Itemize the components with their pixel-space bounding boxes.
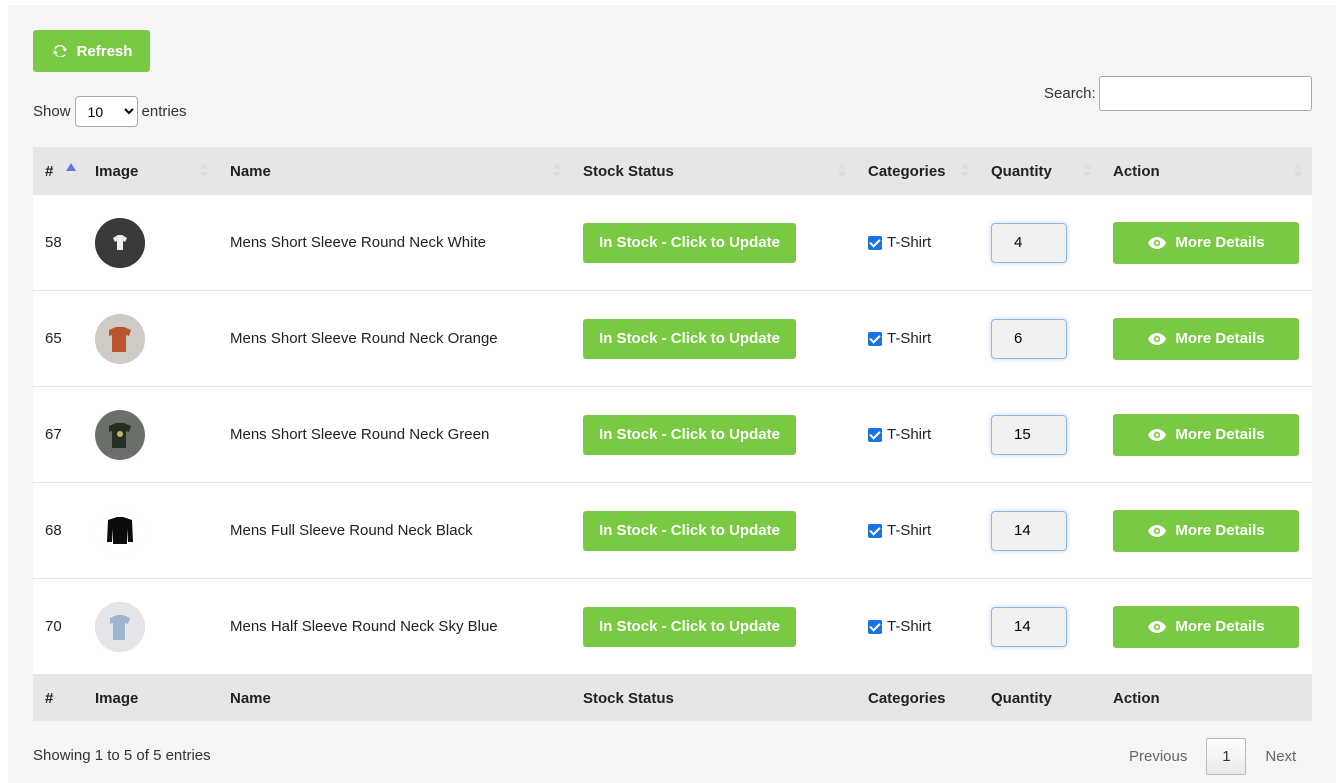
category-item: T-Shirt [868, 330, 979, 347]
stock-status-button[interactable]: In Stock - Click to Update [583, 606, 796, 647]
row-id: 58 [45, 234, 62, 251]
next-page-link[interactable]: Next [1265, 748, 1296, 765]
table-row: 68 Mens Full Sleeve Round Neck Black In … [33, 482, 1312, 579]
show-label: Show [33, 103, 71, 120]
column-header-categories[interactable]: Categories [856, 147, 979, 195]
length-control: Show 10 entries [33, 96, 187, 127]
more-details-label: More Details [1175, 522, 1265, 539]
more-details-button[interactable]: More Details [1113, 509, 1299, 552]
more-details-label: More Details [1175, 234, 1265, 251]
category-item: T-Shirt [868, 522, 979, 539]
refresh-button[interactable]: Refresh [33, 30, 150, 72]
refresh-icon [52, 44, 68, 58]
column-header-quantity[interactable]: Quantity [979, 147, 1101, 195]
sort-icon [200, 163, 208, 181]
column-header-id[interactable]: # [33, 147, 83, 195]
eye-icon [1148, 620, 1167, 633]
table-info: Showing 1 to 5 of 5 entries [33, 747, 211, 764]
category-label: T-Shirt [887, 426, 932, 443]
product-thumbnail [95, 313, 145, 364]
category-label: T-Shirt [887, 618, 932, 635]
product-name: Mens Full Sleeve Round Neck Black [230, 522, 473, 539]
product-name: Mens Short Sleeve Round Neck Green [230, 426, 490, 443]
sort-icon [1294, 163, 1302, 181]
table-row: 58 Mens Short Sleeve Round Neck White In… [33, 195, 1312, 291]
category-label: T-Shirt [887, 522, 932, 539]
quantity-input[interactable] [991, 222, 1067, 263]
category-label: T-Shirt [887, 234, 932, 251]
category-checkbox[interactable] [868, 427, 882, 442]
product-thumbnail [95, 505, 145, 556]
footer-row: # Image Name Stock Status Categories Qua… [33, 674, 1312, 721]
eye-icon [1148, 428, 1167, 441]
sort-icon [1083, 163, 1091, 181]
eye-icon [1148, 236, 1167, 249]
search-control: Search: [1044, 76, 1312, 111]
row-id: 70 [45, 618, 62, 635]
footer-header-id: # [45, 689, 54, 707]
product-thumbnail [95, 217, 145, 268]
row-id: 68 [45, 522, 62, 539]
row-id: 65 [45, 330, 62, 347]
refresh-label: Refresh [76, 42, 133, 60]
column-header-image[interactable]: Image [83, 147, 218, 195]
footer-header-stock-status: Stock Status [583, 689, 674, 707]
stock-status-button[interactable]: In Stock - Click to Update [583, 318, 796, 359]
quantity-input[interactable] [991, 318, 1067, 359]
table-row: 65 Mens Short Sleeve Round Neck Orange I… [33, 290, 1312, 387]
quantity-input[interactable] [991, 510, 1067, 551]
products-table: # Image Name Stock Status Categories Qua… [33, 147, 1312, 721]
product-name: Mens Short Sleeve Round Neck White [230, 234, 486, 251]
category-item: T-Shirt [868, 618, 979, 635]
category-checkbox[interactable] [868, 331, 882, 346]
entries-select[interactable]: 10 [74, 96, 138, 127]
category-item: T-Shirt [868, 234, 979, 251]
footer-header-action: Action [1113, 689, 1160, 707]
table-row: 67 Mens Short Sleeve Round Neck Green In… [33, 386, 1312, 483]
category-label: T-Shirt [887, 330, 932, 347]
row-id: 67 [45, 426, 62, 443]
column-header-action[interactable]: Action [1101, 147, 1312, 195]
stock-status-button[interactable]: In Stock - Click to Update [583, 510, 796, 551]
product-name: Mens Half Sleeve Round Neck Sky Blue [230, 618, 498, 635]
stock-status-button[interactable]: In Stock - Click to Update [583, 414, 796, 455]
more-details-button[interactable]: More Details [1113, 317, 1299, 360]
column-header-name[interactable]: Name [218, 147, 571, 195]
category-checkbox[interactable] [868, 235, 882, 250]
more-details-button[interactable]: More Details [1113, 221, 1299, 264]
more-details-label: More Details [1175, 618, 1265, 635]
footer-header-name: Name [230, 689, 271, 707]
column-header-stock-status[interactable]: Stock Status [571, 147, 856, 195]
more-details-button[interactable]: More Details [1113, 605, 1299, 648]
footer-header-image: Image [95, 689, 139, 707]
category-item: T-Shirt [868, 426, 979, 443]
footer-header-categories: Categories [868, 689, 946, 707]
more-details-label: More Details [1175, 330, 1265, 347]
product-thumbnail [95, 601, 145, 652]
search-input[interactable] [1098, 76, 1312, 111]
sort-icon [961, 163, 969, 181]
stock-status-button[interactable]: In Stock - Click to Update [583, 222, 796, 263]
eye-icon [1148, 332, 1167, 345]
quantity-input[interactable] [991, 606, 1067, 647]
entries-label: entries [141, 103, 187, 120]
sort-ascending-icon [66, 163, 76, 171]
sort-icon [553, 163, 561, 181]
header-row: # Image Name Stock Status Categories Qua… [33, 147, 1312, 195]
category-checkbox[interactable] [868, 619, 882, 634]
category-checkbox[interactable] [868, 523, 882, 538]
pagination: Previous 1 Next [1110, 738, 1296, 775]
search-label: Search: [1044, 85, 1096, 102]
quantity-input[interactable] [991, 414, 1067, 455]
more-details-label: More Details [1175, 426, 1265, 443]
footer-header-quantity: Quantity [991, 689, 1052, 707]
previous-page-link[interactable]: Previous [1129, 748, 1187, 765]
product-thumbnail [95, 409, 145, 460]
more-details-button[interactable]: More Details [1113, 413, 1299, 456]
eye-icon [1148, 524, 1167, 537]
page-1-button[interactable]: 1 [1206, 738, 1247, 775]
table-row: 70 Mens Half Sleeve Round Neck Sky Blue … [33, 578, 1312, 675]
sort-icon [838, 163, 846, 181]
product-name: Mens Short Sleeve Round Neck Orange [230, 330, 498, 347]
